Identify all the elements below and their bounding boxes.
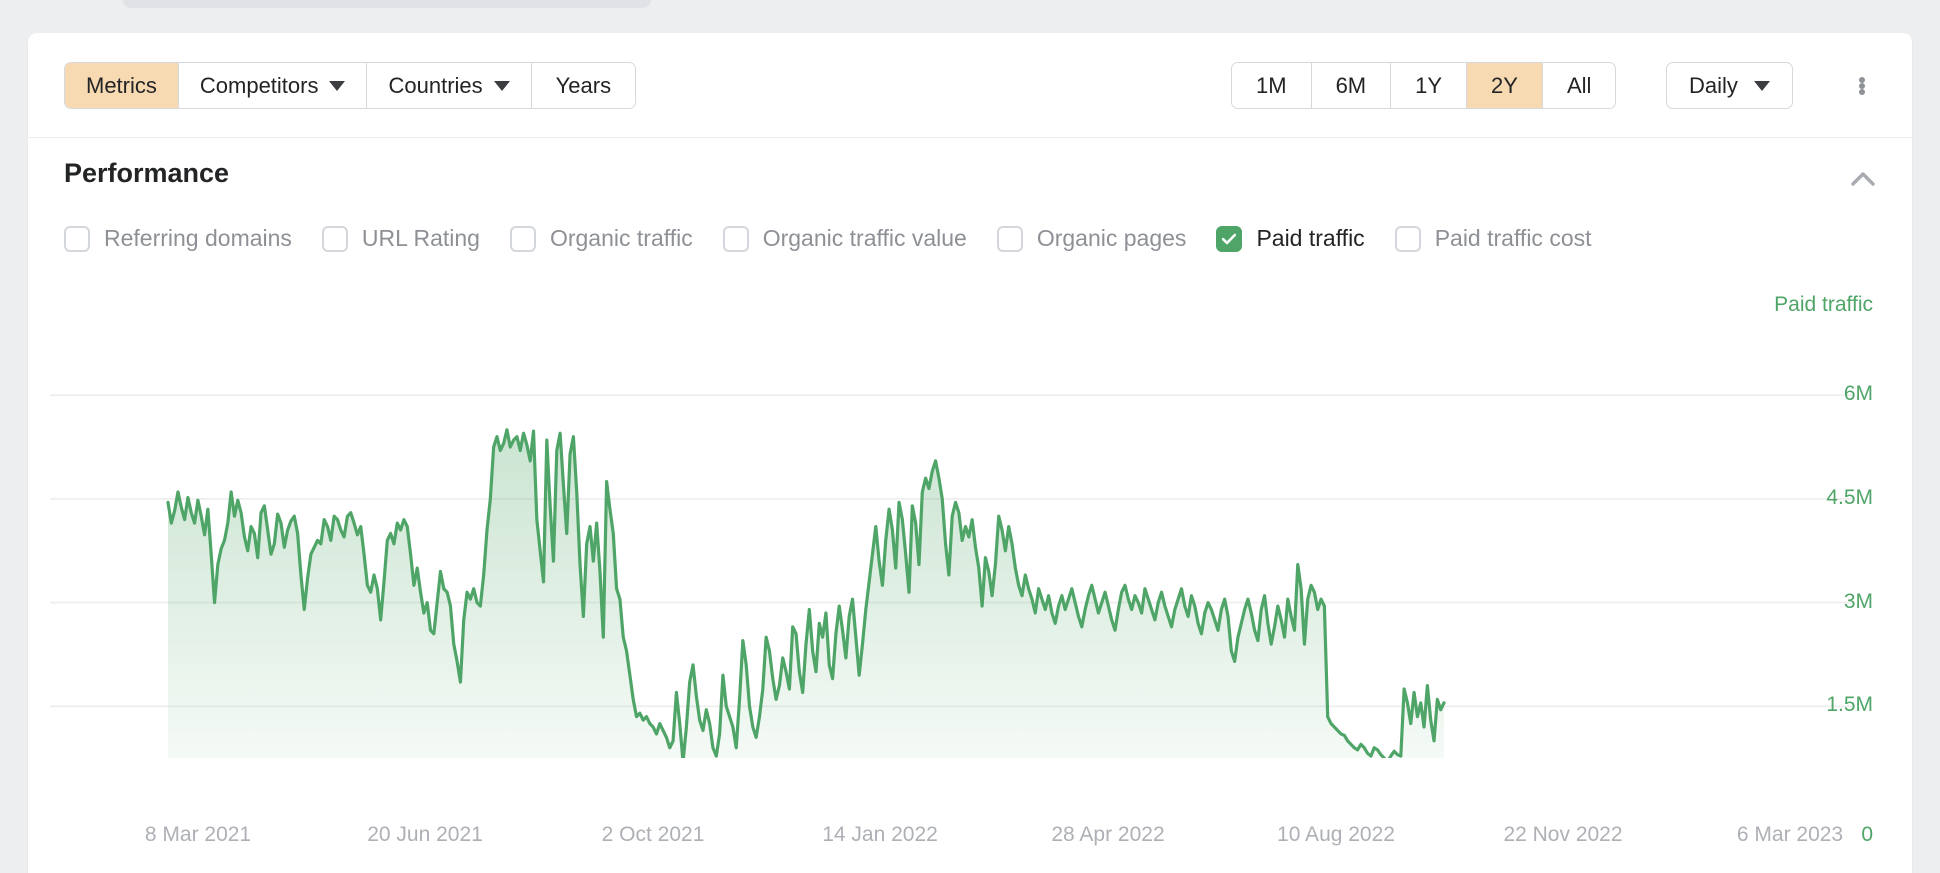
chevron-up-icon[interactable] [1843,160,1883,200]
y-tick-label: 1.5M [1826,693,1873,717]
y-tick-label-zero: 0 [1861,823,1873,847]
chevron-down-icon [494,81,510,91]
y-tick-label: 4.5M [1826,486,1873,510]
tab-competitors[interactable]: Competitors [179,63,368,108]
x-tick-label: 14 Jan 2022 [822,823,938,847]
x-tick-label: 28 Apr 2022 [1051,823,1164,847]
date-range-segmented-control[interactable]: 1M 6M 1Y 2Y All [1231,62,1616,109]
tab-years[interactable]: Years [532,63,635,108]
kebab-dot [1859,89,1865,95]
series-area [168,430,1444,758]
checkbox-box[interactable] [997,226,1023,252]
view-segmented-control[interactable]: Metrics Competitors Countries Years [64,62,636,109]
checkbox-url-rating[interactable]: URL Rating [322,225,480,252]
range-1m-label: 1M [1256,73,1287,99]
check-icon [1220,230,1238,248]
granularity-dropdown[interactable]: Daily [1666,62,1793,109]
checkbox-referring-domains[interactable]: Referring domains [64,225,292,252]
tab-countries-label: Countries [388,73,482,99]
checkbox-label: Paid traffic [1256,225,1364,252]
checkbox-box[interactable] [322,226,348,252]
range-all[interactable]: All [1543,63,1615,108]
x-tick-label: 20 Jun 2021 [367,823,483,847]
performance-chart: Paid traffic [28,288,1912,758]
x-tick-label: 10 Aug 2022 [1277,823,1395,847]
checkbox-paid-traffic-cost[interactable]: Paid traffic cost [1395,225,1592,252]
tab-competitors-label: Competitors [200,73,319,99]
checkbox-label: Organic traffic value [763,225,967,252]
range-1y-label: 1Y [1415,73,1442,99]
granularity-label: Daily [1689,73,1738,99]
tab-strip-remnant [123,0,651,8]
more-options-button[interactable] [1851,75,1873,97]
section-header: Performance [28,138,1912,213]
checkbox-box[interactable] [1395,226,1421,252]
range-6m-label: 6M [1336,73,1367,99]
page-title: Performance [64,158,229,189]
checkbox-label: Organic pages [1037,225,1187,252]
checkbox-organic-traffic-value[interactable]: Organic traffic value [723,225,967,252]
checkbox-label: Organic traffic [550,225,693,252]
tab-metrics-label: Metrics [86,73,157,99]
series-legend-label: Paid traffic [1774,293,1873,317]
checkbox-organic-pages[interactable]: Organic pages [997,225,1187,252]
range-1y[interactable]: 1Y [1391,63,1467,108]
range-2y[interactable]: 2Y [1467,63,1543,108]
y-tick-label: 6M [1844,382,1873,406]
x-tick-label: 8 Mar 2021 [145,823,251,847]
metric-checkbox-row: Referring domains URL Rating Organic tra… [64,225,1592,252]
performance-card: Metrics Competitors Countries Years 1M [28,33,1912,873]
checkbox-organic-traffic[interactable]: Organic traffic [510,225,693,252]
checkbox-label: Paid traffic cost [1435,225,1592,252]
x-tick-label: 6 Mar 2023 [1737,823,1843,847]
checkbox-label: URL Rating [362,225,480,252]
chart-canvas [28,288,1912,758]
page-root: Metrics Competitors Countries Years 1M [0,0,1940,846]
tab-metrics[interactable]: Metrics [65,63,179,108]
checkbox-box[interactable] [64,226,90,252]
checkbox-box[interactable] [723,226,749,252]
checkbox-box[interactable] [510,226,536,252]
chevron-down-icon [1754,81,1770,91]
tab-years-label: Years [556,73,611,99]
checkbox-box-checked[interactable] [1216,226,1242,252]
x-tick-label: 22 Nov 2022 [1503,823,1622,847]
range-all-label: All [1567,73,1591,99]
range-6m[interactable]: 6M [1312,63,1392,108]
checkbox-paid-traffic[interactable]: Paid traffic [1216,225,1364,252]
chart-toolbar: Metrics Competitors Countries Years 1M [28,33,1912,138]
chevron-down-icon [329,81,345,91]
range-2y-label: 2Y [1491,73,1518,99]
range-1m[interactable]: 1M [1232,63,1312,108]
tab-countries[interactable]: Countries [367,63,531,108]
y-tick-label: 3M [1844,590,1873,614]
checkbox-label: Referring domains [104,225,292,252]
x-tick-label: 2 Oct 2021 [602,823,705,847]
